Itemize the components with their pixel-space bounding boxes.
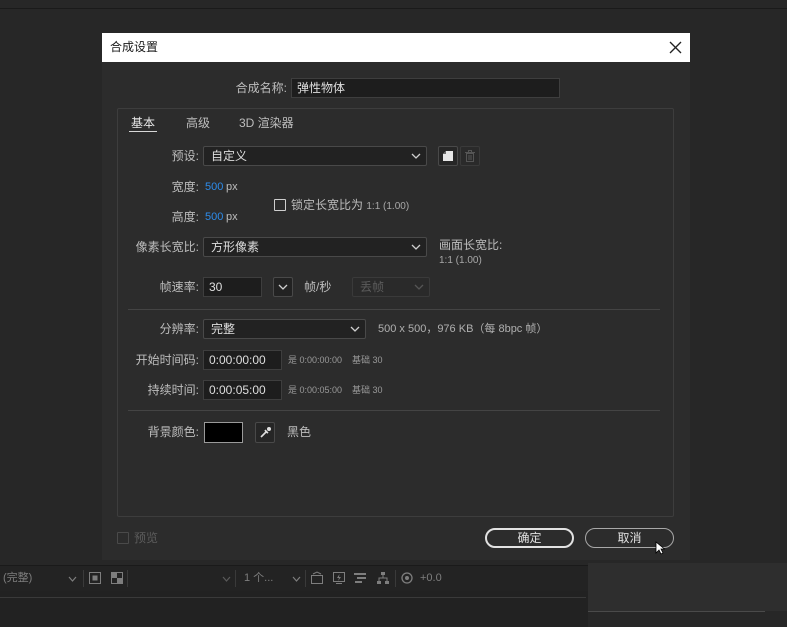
timeline-icon[interactable] [353, 571, 367, 585]
save-preset-button[interactable] [438, 146, 458, 166]
exposure-value[interactable]: +0.0 [420, 566, 442, 591]
panel-divider [588, 611, 765, 612]
lock-aspect-ratio: 1:1 (1.00) [366, 201, 410, 212]
pixel-aspect-icon[interactable] [310, 571, 324, 585]
mouse-cursor-icon [655, 541, 666, 555]
eyedropper-button[interactable] [255, 422, 275, 443]
frame-aspect-value: 1:1 (1.00) [439, 255, 482, 266]
preset-value: 自定义 [211, 149, 248, 163]
chevron-down-icon [411, 244, 421, 250]
comp-name-input[interactable]: 弹性物体 [291, 78, 560, 98]
dialog-title: 合成设置 [110, 40, 159, 54]
region-of-interest-icon[interactable] [88, 571, 102, 585]
start-timecode-input[interactable]: 0:00:00:00 [203, 350, 282, 370]
fast-previews-icon[interactable] [332, 571, 346, 585]
preset-label: 预设: [171, 149, 199, 163]
close-icon[interactable] [669, 41, 682, 54]
resolution-value: 完整 [211, 322, 236, 336]
composition-settings-dialog: 合成设置 合成名称: 弹性物体 基本 高级 3D 渲染器 预设: 自定义 宽度:… [102, 33, 690, 560]
panel-divider [0, 8, 787, 9]
flowchart-icon[interactable] [376, 571, 390, 585]
frame-rate-input[interactable]: 30 [203, 277, 262, 297]
pixel-aspect-dropdown[interactable]: 方形像素 [203, 237, 427, 257]
preview-checkbox[interactable] [117, 532, 129, 544]
reset-exposure-icon[interactable] [400, 571, 414, 585]
pixel-aspect-value: 方形像素 [211, 240, 260, 254]
resolution-label: 分辨率: [159, 322, 199, 336]
viewer-resolution-value[interactable]: (完整) [3, 566, 32, 591]
start-timecode-base: 基础 30 [352, 355, 383, 365]
height-value[interactable]: 500 [205, 207, 223, 227]
background-color-swatch[interactable] [204, 422, 243, 443]
lock-aspect-text[interactable]: 锁定长宽比为 1:1 (1.00) [291, 195, 409, 215]
duration-is: 是 0:00:05:00 [288, 385, 343, 395]
width-unit: px [226, 181, 238, 193]
chevron-down-icon [414, 284, 424, 290]
duration-base: 基础 30 [352, 385, 383, 395]
background-color-label: 背景颜色: [147, 425, 199, 439]
section-divider [128, 410, 660, 411]
preview-label: 预览 [134, 531, 159, 545]
dialog-titlebar[interactable]: 合成设置 [102, 33, 690, 62]
toolbar-separator [305, 570, 306, 587]
duration-label: 持续时间: [147, 383, 199, 397]
chevron-down-icon [222, 576, 231, 582]
camera-dropdown[interactable] [130, 566, 232, 591]
drop-frame-dropdown[interactable]: 丢帧 [352, 277, 430, 297]
panel-divider [0, 597, 586, 598]
viewer-toolbar: (完整) 1 个... +0.0 [0, 565, 588, 591]
views-dropdown[interactable]: 1 个... [244, 566, 273, 591]
transparency-grid-icon[interactable] [110, 571, 124, 585]
settings-panel [117, 108, 674, 517]
ok-button[interactable]: 确定 [485, 528, 574, 548]
chevron-down-icon[interactable] [68, 576, 77, 582]
resolution-info: 500 x 500，976 KB（每 8bpc 帧） [378, 323, 548, 335]
start-timecode-is: 是 0:00:00:00 [288, 355, 343, 365]
height-label: 高度: [171, 210, 199, 224]
tab-3d-renderer[interactable]: 3D 渲染器 [237, 115, 296, 132]
background-color-name: 黑色 [287, 425, 312, 439]
lock-aspect-checkbox[interactable] [274, 199, 286, 211]
tab-basic[interactable]: 基本 [129, 115, 158, 132]
chevron-down-icon [411, 153, 421, 159]
section-divider [128, 309, 660, 310]
frame-rate-preset-dropdown[interactable] [273, 277, 293, 297]
delete-preset-button[interactable] [460, 146, 480, 166]
height-unit: px [226, 211, 238, 223]
width-value[interactable]: 500 [205, 177, 223, 197]
pixel-aspect-label: 像素长宽比: [135, 240, 199, 254]
tab-advanced[interactable]: 高级 [184, 115, 212, 132]
start-timecode-label: 开始时间码: [135, 353, 199, 367]
toolbar-separator [235, 570, 236, 587]
comp-name-label: 合成名称: [235, 81, 287, 95]
chevron-down-icon [350, 326, 360, 332]
toolbar-separator [127, 570, 128, 587]
resolution-dropdown[interactable]: 完整 [203, 319, 366, 339]
frame-rate-unit: 帧/秒 [304, 280, 332, 294]
drop-frame-value: 丢帧 [360, 280, 385, 294]
toolbar-separator [83, 570, 84, 587]
lock-aspect-label: 锁定长宽比为 [291, 198, 364, 212]
toolbar-separator [395, 570, 396, 587]
side-panel-area [588, 563, 787, 611]
duration-input[interactable]: 0:00:05:00 [203, 380, 282, 400]
app-window: 合成设置 合成名称: 弹性物体 基本 高级 3D 渲染器 预设: 自定义 宽度:… [0, 0, 787, 627]
preset-dropdown[interactable]: 自定义 [203, 146, 427, 166]
chevron-down-icon [278, 284, 288, 290]
width-label: 宽度: [171, 180, 199, 194]
chevron-down-icon[interactable] [292, 576, 301, 582]
frame-rate-label: 帧速率: [159, 280, 199, 294]
frame-aspect-label: 画面长宽比: [439, 238, 503, 252]
